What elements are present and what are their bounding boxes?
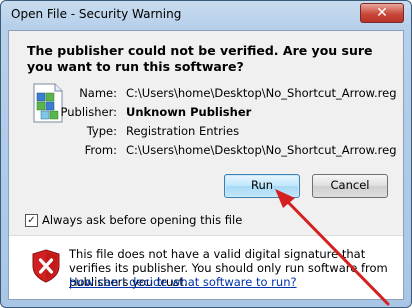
run-button-label: Run [250, 178, 274, 192]
security-warning-dialog: Open File - Security Warning ✕ The publi… [0, 0, 412, 308]
help-link[interactable]: How can I decide what software to run? [69, 275, 297, 289]
type-label: Type: [86, 124, 117, 138]
always-ask-label: Always ask before opening this file [42, 213, 243, 227]
security-shield-x-icon [32, 249, 60, 283]
run-button[interactable]: Run [224, 174, 300, 198]
window-title: Open File - Security Warning [11, 7, 182, 21]
close-button[interactable]: ✕ [360, 3, 404, 23]
always-ask-checkbox[interactable]: ✓ [25, 214, 38, 227]
publisher-value: Unknown Publisher [126, 105, 252, 119]
name-value: C:\Users\home\Desktop\No_Shortcut_Arrow.… [126, 86, 397, 100]
cancel-button[interactable]: Cancel [312, 174, 388, 198]
dialog-heading: The publisher could not be verified. Are… [27, 43, 373, 74]
close-icon: ✕ [376, 5, 388, 21]
title-bar: Open File - Security Warning ✕ [1, 1, 411, 29]
cancel-button-label: Cancel [330, 178, 370, 192]
from-value: C:\Users\home\Desktop\No_Shortcut_Arrow.… [126, 143, 397, 157]
type-value: Registration Entries [126, 124, 240, 138]
dialog-body: The publisher could not be verified. Are… [8, 30, 404, 300]
from-label: From: [84, 143, 117, 157]
name-label: Name: [79, 86, 117, 100]
publisher-label: Publisher: [60, 105, 117, 119]
